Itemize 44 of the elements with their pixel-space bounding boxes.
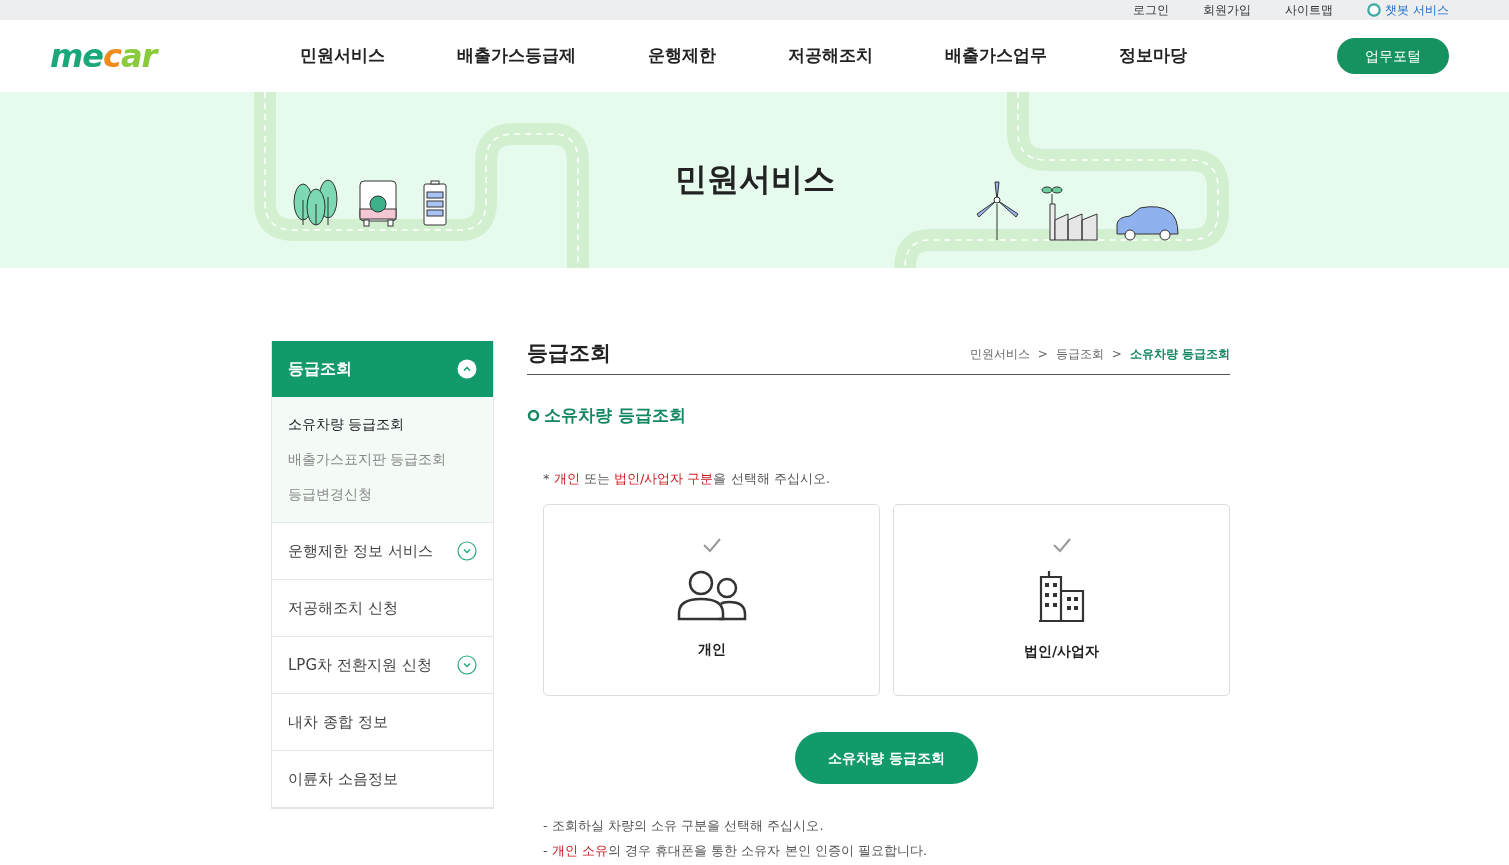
nav-link[interactable]: 배출가스업무 bbox=[945, 43, 1047, 69]
nav-link[interactable]: 배출가스등급제 bbox=[457, 43, 576, 69]
nav-link[interactable]: 정보마당 bbox=[1119, 43, 1187, 69]
utility-link[interactable]: 로그인 bbox=[1133, 4, 1170, 16]
breadcrumb-item[interactable]: 소유차량 등급조회 bbox=[1129, 344, 1230, 363]
owner-type-option[interactable]: 개인 bbox=[543, 504, 880, 697]
circle-bullet-icon bbox=[527, 409, 540, 423]
note-text: - 개인 소유의 경우 휴대폰을 통한 소유자 본인 인증이 필요합니다. bbox=[543, 841, 929, 860]
chatbot-link[interactable]: 챗봇 서비스 bbox=[1367, 3, 1449, 17]
chatbot-icon bbox=[1367, 3, 1382, 17]
sidebar-submenu-item[interactable]: 배출가스표지판 등급조회 bbox=[288, 442, 477, 477]
expand-icon bbox=[457, 655, 477, 675]
wind-turbine-icon bbox=[976, 181, 1019, 241]
factory-icon bbox=[1041, 186, 1098, 241]
nav-link[interactable]: 민원서비스 bbox=[300, 43, 385, 69]
breadcrumb-separator: > bbox=[1037, 345, 1048, 363]
check-icon bbox=[701, 537, 722, 554]
breadcrumb-item[interactable]: 민원서비스 bbox=[969, 344, 1030, 363]
breadcrumb-separator: > bbox=[1111, 345, 1122, 363]
search-button[interactable]: 소유차량 등급조회 bbox=[795, 732, 978, 785]
utility-link[interactable]: 사이트맵 bbox=[1285, 4, 1334, 16]
page-banner-title: 민원서비스 bbox=[674, 160, 835, 199]
tree-icon bbox=[293, 179, 338, 226]
bus-icon bbox=[359, 180, 397, 227]
car-icon bbox=[1116, 206, 1179, 241]
sidebar-submenu-item[interactable]: 소유차량 등급조회 bbox=[288, 407, 477, 442]
breadcrumb-item[interactable]: 등급조회 bbox=[1055, 344, 1104, 363]
owner-type-option[interactable]: 법인/사업자 bbox=[893, 504, 1230, 697]
nav-link[interactable]: 운행제한 bbox=[648, 43, 716, 69]
utility-link[interactable]: 회원가입 bbox=[1203, 4, 1252, 16]
section-title: 소유차량 등급조회 bbox=[544, 404, 686, 428]
portal-button[interactable]: 업무포털 bbox=[1337, 38, 1449, 74]
note-text: - 조회하실 차량의 소유 구분을 선택해 주십시오. bbox=[543, 817, 825, 836]
collapse-icon bbox=[457, 359, 477, 379]
people-icon bbox=[676, 569, 747, 622]
page-title: 등급조회 bbox=[527, 341, 611, 367]
sidebar-menu-header[interactable]: 등급조회 bbox=[272, 341, 493, 397]
battery-icon bbox=[423, 180, 447, 226]
expand-icon bbox=[457, 541, 477, 561]
nav-link[interactable]: 저공해조치 bbox=[788, 43, 873, 69]
sidebar-submenu-item[interactable]: 등급변경신청 bbox=[288, 477, 477, 512]
check-icon bbox=[1051, 537, 1072, 554]
building-icon bbox=[1036, 569, 1087, 624]
instruction-text: * 개인 또는 법인/사업자 구분을 선택해 주십시오. bbox=[543, 469, 831, 488]
